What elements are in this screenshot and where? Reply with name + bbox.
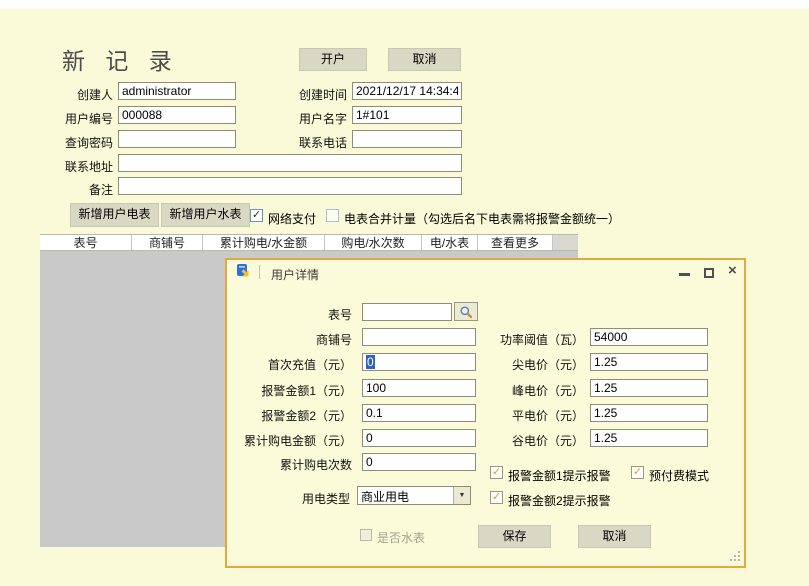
dialog-title: 用户详情 [271,266,319,283]
alarm-amount1-label: 报警金额1（元） [227,382,352,399]
total-purchase-count-label: 累计购电次数 [227,456,352,473]
sharp-price-label: 尖电价（元） [482,356,584,373]
table-header-purchase-count[interactable]: 购电/水次数 [325,235,422,250]
user-name-input[interactable] [352,106,462,124]
network-payment-checkbox[interactable]: ✓ [250,209,263,222]
is-water-meter-label: 是否水表 [377,529,425,546]
user-detail-dialog: 用户详情 × 表号 商铺号 首次充值（元） 0 报警金额1（元） 报警金额2（元… [225,258,746,568]
table-header-total-amount[interactable]: 累计购电/水金额 [203,235,325,250]
save-button[interactable]: 保存 [478,525,551,548]
meter-search-button[interactable] [454,302,478,321]
chevron-down-icon[interactable]: ▼ [453,487,470,504]
total-purchase-amount-input[interactable] [362,429,476,447]
alarm-amount1-input[interactable] [362,379,476,397]
user-name-label: 用户名字 [270,110,347,127]
meter-table-header: 表号 商铺号 累计购电/水金额 购电/水次数 电/水表 查看更多 [40,234,578,251]
query-password-label: 查询密码 [35,134,113,151]
table-header-filler [553,235,578,250]
network-payment-label: 网络支付 [268,210,316,227]
alarm1-alert-label: 报警金额1提示报警 [508,467,611,484]
minimize-icon[interactable] [679,273,690,276]
peak-price-label: 峰电价（元） [482,382,584,399]
page-title: 新 记 录 [62,42,179,76]
table-header-view-more[interactable]: 查看更多 [478,235,553,250]
dialog-titlebar[interactable]: 用户详情 × [227,260,744,284]
titlebar-separator [259,265,260,279]
alarm1-alert-checkbox[interactable]: ✓ [490,466,503,479]
add-electric-meter-button[interactable]: 新增用户电表 [70,203,159,227]
usage-type-value: 商业用电 [358,487,453,504]
remark-label: 备注 [35,181,113,198]
alarm2-alert-label: 报警金额2提示报警 [508,492,611,509]
valley-price-label: 谷电价（元） [482,432,584,449]
total-purchase-count-input[interactable] [362,453,476,471]
alarm2-alert-checkbox[interactable]: ✓ [490,491,503,504]
dialog-cancel-button[interactable]: 取消 [578,525,651,548]
search-icon [459,305,473,319]
valley-price-input[interactable] [590,429,708,447]
flat-price-label: 平电价（元） [482,407,584,424]
save-document-icon [235,264,251,280]
merge-metering-checkbox[interactable] [326,209,339,222]
resize-grip[interactable] [734,555,736,557]
power-threshold-input[interactable] [590,328,708,346]
alarm-amount2-input[interactable] [362,404,476,422]
first-recharge-input[interactable]: 0 [362,353,476,371]
cancel-button[interactable]: 取消 [388,48,461,71]
shop-no-label: 商铺号 [227,331,352,348]
peak-price-input[interactable] [590,379,708,397]
query-password-input[interactable] [118,130,236,148]
table-header-meter-type[interactable]: 电/水表 [422,235,478,250]
prepaid-mode-checkbox[interactable]: ✓ [631,466,644,479]
alarm-amount2-label: 报警金额2（元） [227,407,352,424]
meter-no-input[interactable] [362,303,452,321]
contact-address-input[interactable] [118,154,462,172]
create-time-label: 创建时间 [270,86,347,103]
total-purchase-amount-label: 累计购电金额（元） [227,432,352,449]
contact-phone-input[interactable] [352,130,462,148]
remark-input[interactable] [118,177,462,195]
prepaid-mode-label: 预付费模式 [649,467,709,484]
add-water-meter-button[interactable]: 新增用户水表 [161,203,250,227]
top-strip [0,0,809,9]
shop-no-input[interactable] [362,328,476,346]
contact-phone-label: 联系电话 [270,134,347,151]
table-header-meter-no[interactable]: 表号 [40,235,132,250]
creator-input[interactable] [118,82,236,100]
power-threshold-label: 功率阈值（瓦） [482,331,584,348]
app-window: 新 记 录 开户 取消 创建人 创建时间 用户编号 用户名字 查询密码 联系电话… [0,0,809,586]
usage-type-select[interactable]: 商业用电 ▼ [357,486,471,505]
is-water-meter-checkbox [360,529,372,541]
first-recharge-label: 首次充值（元） [227,356,352,373]
contact-address-label: 联系地址 [35,158,113,175]
merge-metering-label: 电表合并计量（勾选后名下电表需将报警金额统一） [344,210,620,227]
open-account-button[interactable]: 开户 [299,48,367,71]
flat-price-input[interactable] [590,404,708,422]
creator-label: 创建人 [35,86,113,103]
selected-text: 0 [366,355,375,369]
create-time-input[interactable] [352,82,462,100]
user-no-label: 用户编号 [35,110,113,127]
maximize-icon[interactable] [704,268,714,278]
close-icon[interactable]: × [728,263,737,278]
user-no-input[interactable] [118,106,236,124]
usage-type-label: 用电类型 [227,490,350,507]
meter-no-label: 表号 [227,306,352,323]
table-header-shop-no[interactable]: 商铺号 [132,235,203,250]
sharp-price-input[interactable] [590,353,708,371]
